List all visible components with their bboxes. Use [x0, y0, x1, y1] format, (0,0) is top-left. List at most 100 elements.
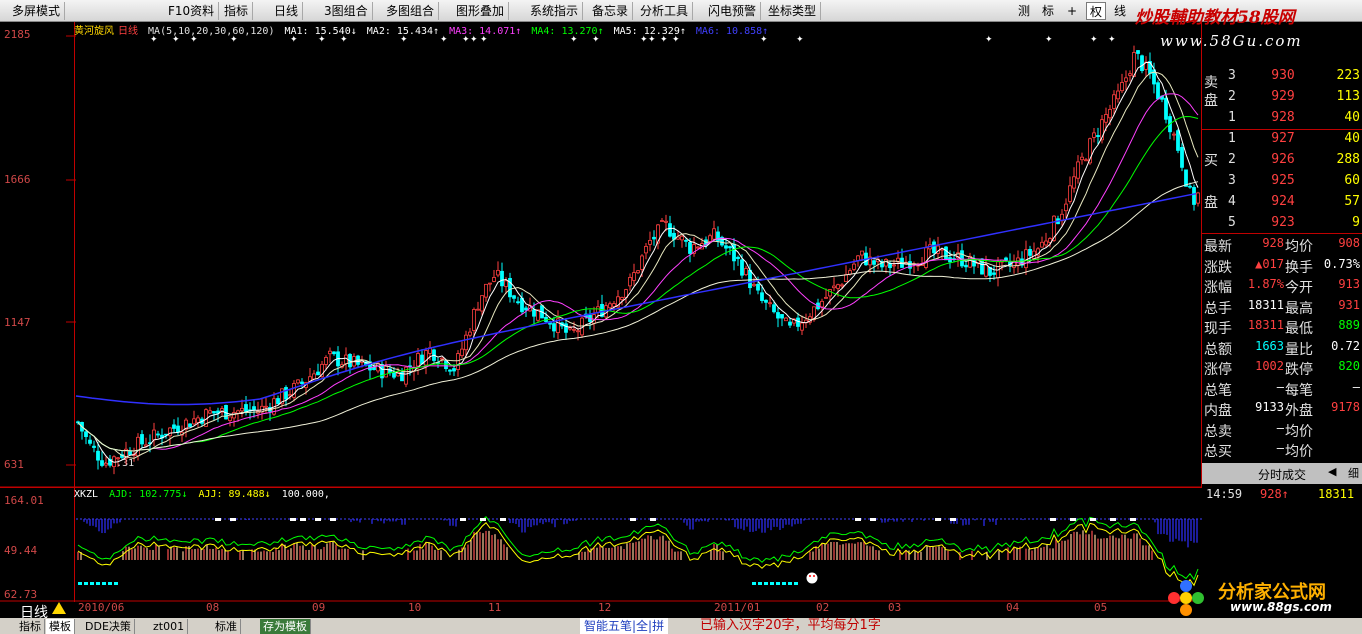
indicator-bottom-signal: [752, 582, 756, 585]
indicator-bottom-signal: [102, 582, 106, 585]
stat-value: 9178: [1331, 400, 1360, 414]
stat-value: 18311: [1247, 318, 1284, 332]
stat-row: 涨幅 1.87% 今开 913: [1202, 277, 1362, 298]
indicator-bottom-signal: [764, 582, 768, 585]
bid-row-3[interactable]: 3 925 60: [1202, 173, 1362, 194]
bid-row-4[interactable]: 4 924 57: [1202, 194, 1362, 215]
indicator-bottom-signal: [90, 582, 94, 585]
menu-multiscreen[interactable]: 多屏模式: [8, 2, 66, 20]
ask-price: 928: [1271, 110, 1295, 125]
bid-price: 923: [1271, 215, 1295, 230]
stat-label: 跌停: [1285, 362, 1313, 378]
stat-label: 均价: [1285, 239, 1313, 255]
x-label-0: 2010/06: [78, 601, 125, 614]
x-label-8: 03: [888, 601, 902, 614]
stat-value: 820: [1338, 359, 1360, 373]
tab-indicator[interactable]: 指标: [16, 619, 45, 634]
indicator-bottom-signal: [96, 582, 100, 585]
indicator-signal: [1050, 518, 1056, 521]
indicator-signal: [650, 518, 656, 521]
stat-label: 总笔: [1204, 382, 1232, 399]
menu-f10[interactable]: F10资料: [164, 2, 220, 20]
tab-template[interactable]: 模板: [46, 619, 75, 634]
crosshair-icon[interactable]: +: [1062, 2, 1082, 20]
tick-time: 14:59: [1206, 487, 1243, 501]
menu-multichart[interactable]: 多图组合: [382, 2, 440, 20]
menu-flash-alert[interactable]: 闪电预警: [704, 2, 762, 20]
tick-detail-toggle[interactable]: 细: [1348, 465, 1359, 481]
bid-volume: 40: [1344, 131, 1360, 146]
stat-value: —: [1352, 379, 1360, 394]
stat-label: 均价: [1285, 423, 1313, 440]
mode-measure-button[interactable]: 测: [1014, 2, 1034, 20]
stat-label: 涨停: [1204, 362, 1232, 378]
menu-overlay[interactable]: 图形叠加: [452, 2, 510, 20]
bid-price: 925: [1271, 173, 1295, 188]
stat-row: 内盘 9133 外盘 9178: [1202, 400, 1362, 421]
stat-value: 0.72: [1331, 338, 1360, 353]
tab-zt001[interactable]: zt001: [150, 619, 189, 634]
ask-price: 929: [1271, 89, 1295, 104]
menu-memo[interactable]: 备忘录: [588, 2, 634, 20]
indicator-signal: [1090, 518, 1096, 521]
ajj-label: AJJ: 89.488↓: [198, 489, 271, 500]
menu-indicator[interactable]: 指标: [220, 2, 254, 20]
tick-arrow-icon[interactable]: ◀: [1328, 465, 1336, 478]
menu-axis-type[interactable]: 坐标类型: [764, 2, 822, 20]
tick-header[interactable]: 分时成交 ◀ 细: [1202, 463, 1362, 484]
bid-level: 2: [1228, 152, 1236, 167]
stat-label: 换手: [1285, 259, 1313, 276]
stat-row: 总卖 — 均价: [1202, 421, 1362, 442]
ma6-label: MA6: 10.858↑: [695, 26, 769, 37]
mode-line-button[interactable]: 线: [1110, 2, 1130, 20]
tick-header-label: 分时成交: [1258, 468, 1307, 482]
ask-row-3[interactable]: 3 930 223: [1202, 68, 1362, 89]
stat-value: 913: [1338, 277, 1360, 291]
ask-row-2[interactable]: 2 929 113: [1202, 89, 1362, 110]
x-label-9: 04: [1006, 601, 1020, 614]
stat-value: —: [1276, 441, 1284, 455]
tab-dde[interactable]: DDE决策: [82, 619, 135, 634]
menu-system-indicator[interactable]: 系统指示: [526, 2, 584, 20]
stat-row: 总笔 — 每笔 —: [1202, 380, 1362, 401]
mode-mark-button[interactable]: 标: [1038, 2, 1058, 20]
stat-label: 最新: [1204, 239, 1232, 255]
bid-row-2[interactable]: 2 926 288: [1202, 152, 1362, 173]
logo-88gs: 分析家公式网 www.88gs.com: [1160, 578, 1362, 618]
menu-3chart[interactable]: 3图组合: [320, 2, 373, 20]
stat-row: 总买 — 均价: [1202, 441, 1362, 462]
ask-volume: 40: [1344, 110, 1360, 125]
stat-label: 每笔: [1285, 382, 1313, 399]
line-label: 100.000,: [281, 489, 330, 500]
indicator-name: XKZL: [74, 489, 99, 500]
ime-toolbar[interactable]: 智能五笔|全|拼: [580, 618, 669, 634]
tab-save-template[interactable]: 存为模板: [260, 619, 311, 634]
warning-icon[interactable]: [52, 602, 66, 614]
ind-y-top: 164.01: [4, 494, 44, 507]
tick-row: 14:59 928↑ 18311: [1202, 487, 1362, 505]
stat-row: 最新 928 均价 908: [1202, 236, 1362, 257]
y-label-bottom: 631: [4, 458, 24, 471]
stock-name: 黄河旋风: [74, 26, 114, 37]
kline-panel[interactable]: [0, 22, 1202, 488]
ask-row-1[interactable]: 1 928 40: [1202, 110, 1362, 131]
menu-analysis-tools[interactable]: 分析工具: [636, 2, 694, 20]
tab-standard[interactable]: 标准: [212, 619, 241, 634]
stat-label: 现手: [1204, 321, 1232, 337]
bid-row-1[interactable]: 1 927 40: [1202, 131, 1362, 152]
indicator-bottom-signal: [758, 582, 762, 585]
indicator-signal: [330, 518, 336, 521]
ime-status: 已输入汉字20字，平均每分1字: [700, 618, 881, 633]
stat-value: 0.73%: [1323, 256, 1360, 271]
stat-value: —: [1276, 420, 1284, 435]
indicator-signal: [950, 518, 956, 521]
mode-rights-button[interactable]: 权: [1086, 2, 1106, 20]
bid-volume: 9: [1352, 215, 1360, 230]
indicator-bottom-signal: [776, 582, 780, 585]
stat-label: 最高: [1285, 300, 1313, 317]
menu-period[interactable]: 日线: [270, 2, 304, 20]
ma1-label: MA1: 15.540↓: [284, 26, 357, 37]
ask-level: 3: [1228, 68, 1236, 83]
logo-url: www.88gs.com: [1230, 600, 1332, 614]
x-label-10: 05: [1094, 601, 1108, 614]
